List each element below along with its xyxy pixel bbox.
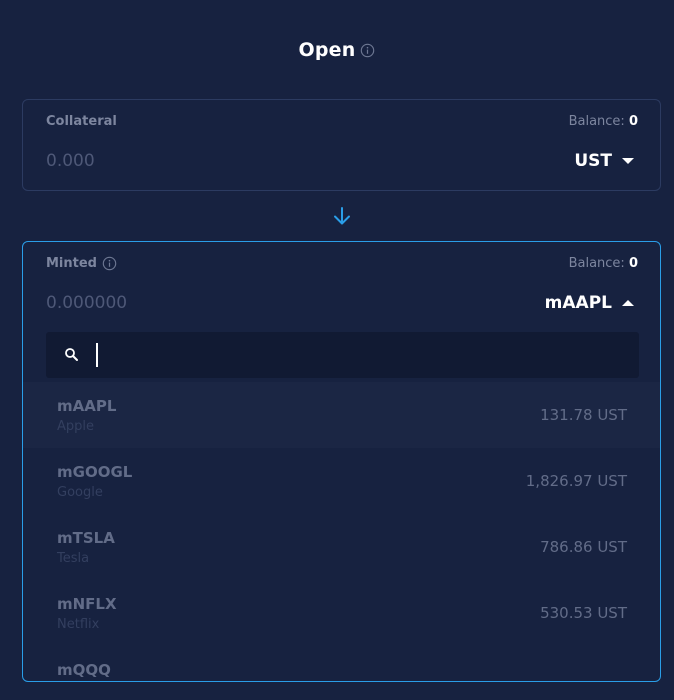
minted-card: Minted Balance: 0 mAAPL <box>22 241 661 682</box>
minted-amount-input[interactable] <box>46 290 406 316</box>
asset-symbol: mTSLA <box>57 529 115 547</box>
asset-search-input[interactable] <box>96 342 616 368</box>
info-circle-icon[interactable] <box>360 43 375 58</box>
asset-price: 530.53 UST <box>540 604 627 622</box>
asset-symbol: mNFLX <box>57 595 117 613</box>
caret-down-icon <box>622 158 634 164</box>
asset-price: 131.78 UST <box>540 406 627 424</box>
collateral-balance-value[interactable]: 0 <box>629 114 638 129</box>
minted-balance-label: Balance: <box>568 256 625 271</box>
minted-token-symbol: mAAPL <box>544 293 612 313</box>
collateral-label-text: Collateral <box>46 114 117 129</box>
asset-name: Netflix <box>57 617 100 632</box>
asset-row-mnflx[interactable]: mNFLX Netflix 530.53 UST <box>23 580 660 646</box>
collateral-label: Collateral <box>46 114 117 129</box>
minted-balance: Balance: 0 <box>569 256 638 271</box>
collateral-amount-input[interactable] <box>46 148 406 174</box>
asset-name: Apple <box>57 419 95 434</box>
asset-price: 786.86 UST <box>540 538 627 556</box>
page-header: Open <box>0 36 674 64</box>
asset-list: mAAPL Apple 131.78 UST mGOOGL Google 1,8… <box>23 382 660 681</box>
asset-name: Google <box>57 485 103 500</box>
asset-symbol: mAAPL <box>57 397 117 415</box>
minted-label-text: Minted <box>46 256 97 271</box>
open-position-panel: Open Collateral Balance: 0 UST M <box>0 0 674 700</box>
asset-symbol: mGOOGL <box>57 463 133 481</box>
collateral-card: Collateral Balance: 0 UST <box>22 99 661 191</box>
info-circle-icon[interactable] <box>102 256 117 271</box>
minted-label: Minted <box>46 256 117 271</box>
search-icon <box>65 348 78 361</box>
asset-row-mgoogl[interactable]: mGOOGL Google 1,826.97 UST <box>23 448 660 514</box>
asset-search-box[interactable] <box>46 332 639 378</box>
collateral-balance-label: Balance: <box>568 114 625 129</box>
asset-row-maapl[interactable]: mAAPL Apple 131.78 UST <box>23 382 660 448</box>
text-cursor <box>96 343 98 367</box>
asset-row-mqqq[interactable]: mQQQ <box>23 646 660 681</box>
collateral-token-select[interactable]: UST <box>574 148 634 174</box>
asset-price: 1,826.97 UST <box>525 472 627 490</box>
page-title: Open <box>298 39 356 61</box>
asset-name: Tesla <box>57 551 90 566</box>
collateral-balance: Balance: 0 <box>569 114 638 129</box>
minted-token-select[interactable]: mAAPL <box>545 290 634 316</box>
minted-balance-value[interactable]: 0 <box>629 256 638 271</box>
collateral-token-symbol: UST <box>574 151 612 171</box>
asset-row-mtsla[interactable]: mTSLA Tesla 786.86 UST <box>23 514 660 580</box>
caret-up-icon <box>622 300 634 306</box>
arrow-down-icon <box>334 207 350 225</box>
asset-symbol: mQQQ <box>57 661 111 679</box>
